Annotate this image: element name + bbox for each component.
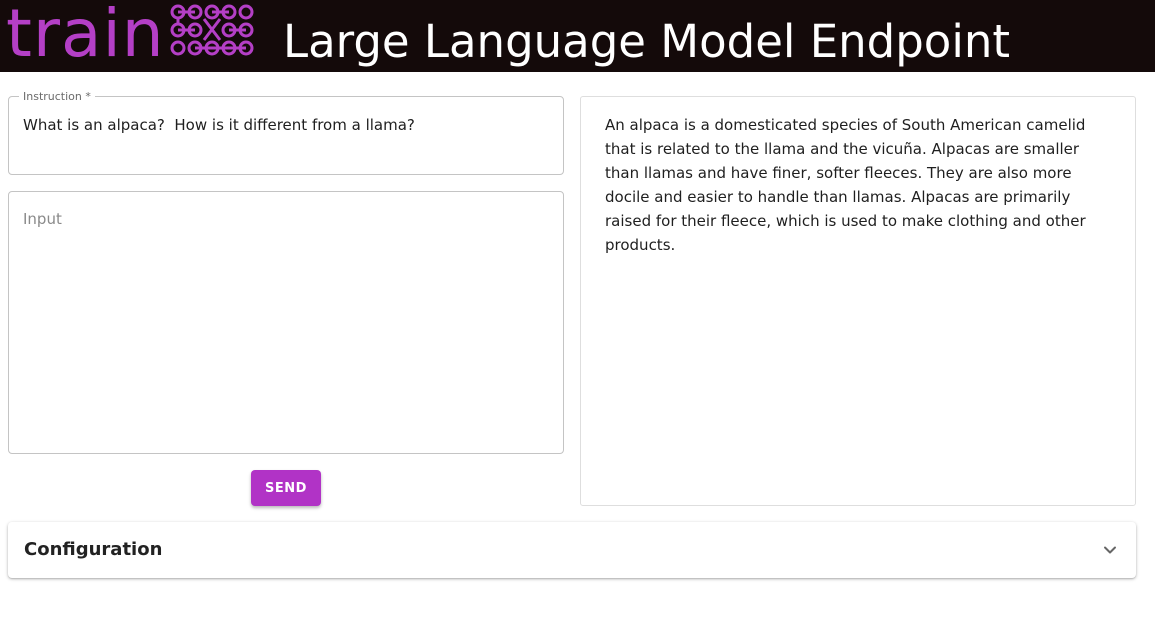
send-button[interactable]: SEND bbox=[251, 470, 321, 506]
logo-network-icon bbox=[170, 4, 254, 56]
output-panel: An alpaca is a domesticated species of S… bbox=[580, 96, 1136, 506]
output-text: An alpaca is a domesticated species of S… bbox=[605, 116, 1086, 254]
instruction-field[interactable]: Instruction * What is an alpaca? How is … bbox=[8, 90, 564, 175]
configuration-title: Configuration bbox=[24, 539, 163, 560]
configuration-accordion[interactable]: Configuration bbox=[8, 522, 1136, 578]
logo-text: train bbox=[6, 0, 165, 72]
page-title: Large Language Model Endpoint bbox=[283, 15, 1010, 68]
instruction-value[interactable]: What is an alpaca? How is it different f… bbox=[23, 115, 549, 135]
input-textarea[interactable]: Input bbox=[8, 191, 564, 454]
app-header: train Large Language Model Endpoint bbox=[0, 0, 1155, 72]
input-placeholder: Input bbox=[23, 210, 62, 228]
chevron-down-icon[interactable] bbox=[1102, 542, 1118, 558]
instruction-label: Instruction * bbox=[19, 90, 95, 103]
